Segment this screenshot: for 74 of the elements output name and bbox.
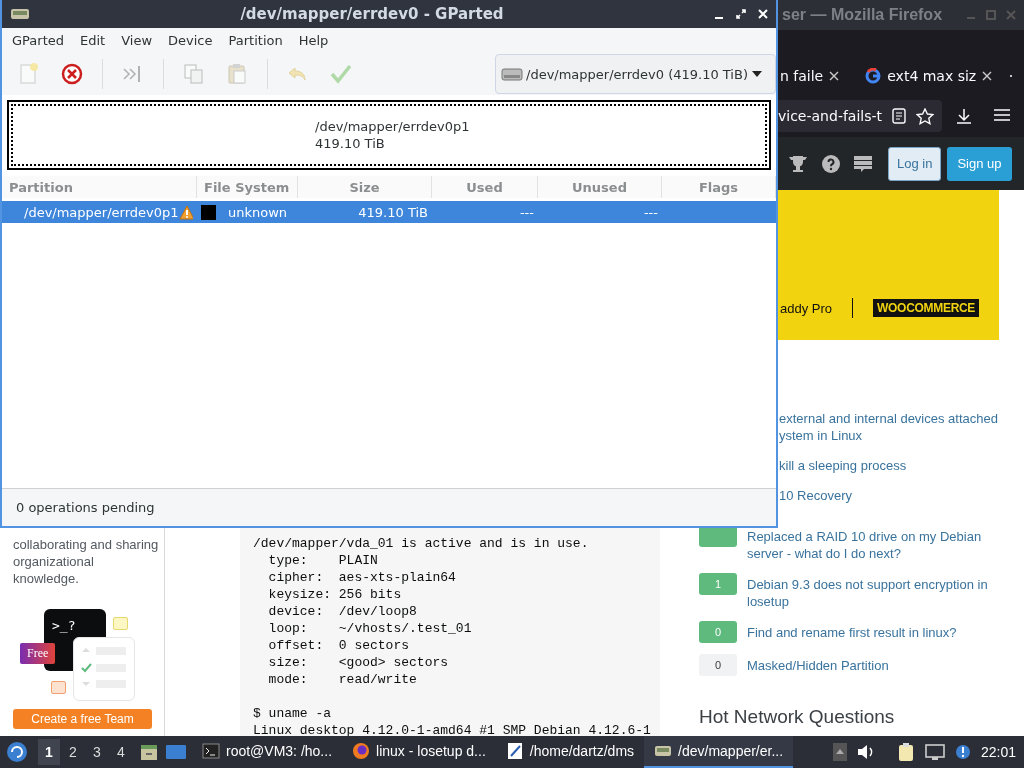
partition-size: 419.10 TiB bbox=[315, 135, 386, 152]
menu-item[interactable]: Edit bbox=[72, 33, 114, 48]
firefox-app-icon bbox=[352, 742, 371, 760]
close-tab-icon[interactable] bbox=[982, 71, 993, 81]
show-desktop-icon[interactable] bbox=[166, 744, 186, 760]
delete-icon[interactable] bbox=[59, 61, 85, 87]
workspace-button[interactable]: 4 bbox=[110, 739, 132, 765]
status-bar: 0 operations pending bbox=[2, 488, 776, 526]
google-g-icon bbox=[865, 68, 882, 84]
free-badge: Free bbox=[20, 643, 56, 664]
clock: 22:01 bbox=[980, 744, 1016, 760]
menu-item[interactable]: Partition bbox=[220, 33, 291, 48]
vote-score: 1 bbox=[699, 573, 737, 595]
reader-view-icon[interactable] bbox=[892, 108, 907, 124]
workspace-button[interactable]: 3 bbox=[86, 739, 108, 765]
menu-item[interactable]: GParted bbox=[4, 33, 72, 48]
window-title: /dev/mapper/errdev0 - GParted bbox=[239, 5, 505, 23]
close-tab-icon[interactable] bbox=[829, 71, 840, 81]
taskbar-window-button[interactable]: linux - losetup d... bbox=[342, 736, 496, 768]
help-icon[interactable] bbox=[822, 154, 840, 173]
workspace-button[interactable]: 2 bbox=[62, 739, 84, 765]
partition-name: /dev/mapper/errdev0p1 bbox=[315, 118, 471, 135]
start-menu-icon[interactable] bbox=[6, 741, 28, 763]
ad-banner[interactable]: addy Pro WOOCOMMERCE bbox=[778, 190, 999, 340]
table-cell: /dev/mapper/errdev0p1 bbox=[24, 204, 179, 220]
table-cell: --- bbox=[643, 204, 658, 220]
bookmark-star-icon[interactable] bbox=[916, 107, 935, 125]
browser-tab[interactable]: n faile bbox=[778, 61, 846, 91]
brand-logo: addy Pro bbox=[780, 300, 833, 316]
taskbar-window-button[interactable]: root@VM3: /ho... bbox=[192, 736, 343, 768]
trophy-icon[interactable] bbox=[788, 154, 808, 173]
device-dropdown[interactable]: /dev/mapper/errdev0 (419.10 TiB) bbox=[495, 54, 776, 94]
question-link[interactable]: Masked/Hidden Partition bbox=[747, 657, 1000, 674]
address-bar[interactable]: vice-and-fails-t bbox=[778, 100, 943, 132]
menu-item[interactable]: Device bbox=[160, 33, 221, 48]
inbox-icon[interactable] bbox=[854, 154, 872, 173]
clipboard-icon[interactable] bbox=[896, 742, 915, 762]
editor-app-icon bbox=[505, 742, 524, 760]
file-cabinet-icon[interactable] bbox=[140, 743, 158, 761]
checklist-drawing bbox=[73, 637, 135, 701]
speech-bubble-icon bbox=[113, 617, 128, 630]
terminal-app-icon bbox=[202, 742, 220, 760]
maximize-icon[interactable] bbox=[736, 9, 746, 19]
menu-item[interactable]: Help bbox=[290, 33, 337, 48]
brand-logo: WOOCOMMERCE bbox=[873, 299, 980, 317]
taskbar-window-button[interactable]: /home/dartz/dms bbox=[495, 736, 645, 768]
download-icon[interactable] bbox=[956, 108, 973, 124]
question-link[interactable]: Replaced a RAID 10 drive on my Debian server - what do I do next? bbox=[747, 528, 1000, 562]
login-button[interactable]: Log in bbox=[888, 146, 942, 181]
question-link[interactable]: 10 Recovery bbox=[779, 487, 1000, 504]
question-link[interactable]: external and internal devices attached ystem in Linux bbox=[779, 410, 1000, 444]
menu-icon[interactable] bbox=[994, 108, 1011, 122]
table-cell: 419.10 TiB bbox=[358, 204, 428, 220]
question-link[interactable]: kill a sleeping process bbox=[779, 457, 1000, 474]
vote-score: 0 bbox=[699, 621, 737, 643]
table-cell: --- bbox=[519, 204, 534, 220]
notification-icon[interactable] bbox=[954, 744, 971, 760]
workspace-button[interactable]: 1 bbox=[38, 739, 60, 765]
taskbar-window-button[interactable]: /dev/mapper/er... bbox=[644, 736, 794, 768]
speech-bubble-icon bbox=[51, 681, 66, 694]
vote-score: 0 bbox=[699, 654, 737, 676]
question-link[interactable]: Find and rename first result in linux? bbox=[747, 624, 1000, 641]
volume-icon[interactable] bbox=[856, 744, 875, 760]
network-icon[interactable] bbox=[924, 744, 945, 760]
window-title: ser — Mozilla Firefox bbox=[782, 6, 943, 24]
menu-item[interactable]: View bbox=[113, 33, 161, 48]
question-link[interactable]: Debian 9.3 does not support encryption in losetup bbox=[747, 576, 1000, 610]
browser-tab[interactable]: ext4 max siz bbox=[857, 61, 999, 91]
table-cell: unknown bbox=[228, 204, 288, 220]
section-heading: Hot Network Questions bbox=[699, 706, 896, 728]
caret-icon bbox=[751, 70, 763, 78]
partition-map[interactable]: /dev/mapper/errdev0p1 419.10 TiB bbox=[7, 100, 771, 170]
sidebar-text: collaborating and sharing organizational knowledge. bbox=[13, 536, 160, 587]
partition-row[interactable]: /dev/mapper/errdev0p1 unknown 419.10 TiB --- --- bbox=[2, 201, 776, 223]
